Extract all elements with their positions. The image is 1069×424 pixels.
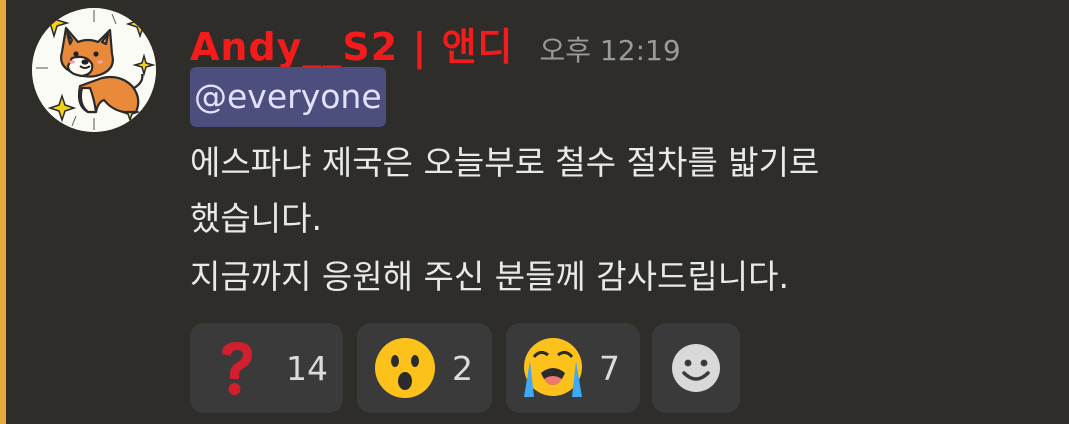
- add-reaction-icon: [672, 344, 720, 392]
- reaction-count: 7: [599, 349, 620, 388]
- everyone-mention[interactable]: @everyone: [190, 67, 386, 127]
- question-mark-icon: [222, 342, 252, 395]
- chat-message: Andy__S2 | 앤디 오후 12:19 @everyone 에스파냐 제국…: [0, 0, 1069, 424]
- mention-highlight-bar: [0, 0, 6, 424]
- avatar[interactable]: [32, 8, 156, 132]
- message-timestamp: 오후 12:19: [539, 34, 681, 67]
- reaction-count: 2: [452, 349, 473, 388]
- message-header: Andy__S2 | 앤디 오후 12:19: [190, 16, 681, 69]
- reaction-count: 14: [286, 349, 328, 388]
- message-text-line: 에스파냐 제국은 오늘부로 철수 절차를 밟기로: [190, 143, 820, 182]
- reaction-surprised[interactable]: 2: [357, 323, 492, 413]
- crying-face-icon: [524, 338, 582, 397]
- reaction-question[interactable]: 14: [190, 323, 343, 413]
- message-text-line: 지금까지 응원해 주신 분들께 감사드립니다.: [190, 257, 789, 296]
- corgi-avatar-icon: [32, 8, 156, 132]
- add-reaction-button[interactable]: [652, 323, 740, 413]
- reaction-crying[interactable]: 7: [506, 323, 640, 413]
- message-text-line: 했습니다.: [190, 199, 322, 238]
- username[interactable]: Andy__S2 | 앤디: [190, 16, 514, 71]
- surprised-face-icon: [375, 338, 435, 398]
